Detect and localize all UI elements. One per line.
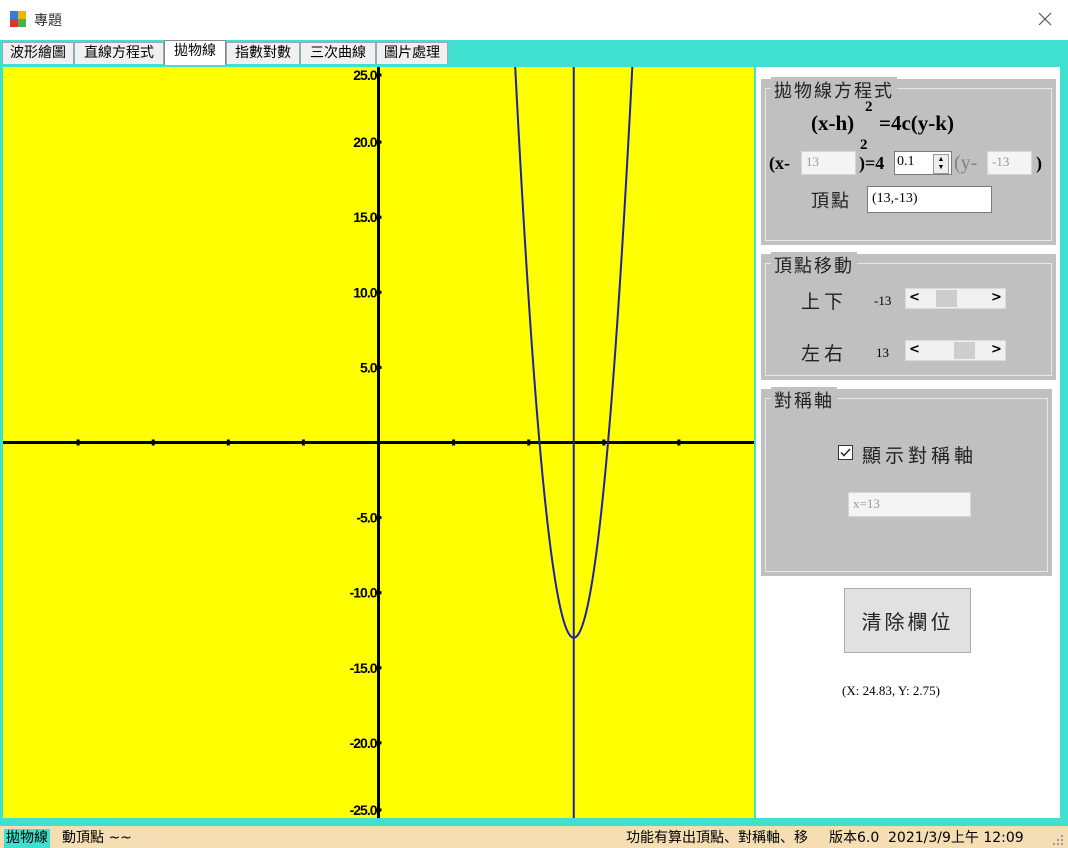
y-tick-label: -25.0 [350,802,378,818]
tab-cubic[interactable]: 三次曲線 [300,42,376,64]
y-tick-label: -15.0 [350,660,378,676]
row-exponent: 2 [860,137,868,153]
row-close: ) [1036,153,1042,173]
k-input[interactable]: -13 [987,151,1032,175]
y-tick-label: 10.0 [353,284,377,300]
close-icon [1038,12,1052,26]
show-axis-label: 顯示對稱軸 [862,445,978,467]
y-tick-label: 5.0 [360,359,378,375]
axis-equation-field[interactable]: x=13 [848,492,971,517]
status-mode: 拋物線 [4,829,50,848]
updown-scrollbar[interactable]: < > [905,288,1006,309]
y-tick-label: 20.0 [353,134,377,150]
c-value: 0.1 [897,154,915,169]
stepper-buttons[interactable]: ▲ ▼ [933,154,949,174]
updown-label: 上下 [801,291,848,313]
control-panel: 拋物線方程式 (x-h) 2 =4c(y-k) (x- 13 2 )=4 0.1… [756,67,1060,818]
status-feature: 功能有算出頂點、對稱軸、移 [626,830,808,846]
vertex-move-title: 頂點移動 [771,252,857,278]
checkbox-checked-icon[interactable] [838,445,853,460]
formula-exponent: 2 [865,99,873,115]
vertex-label: 頂點 [811,191,851,212]
status-version: 版本6.0 [829,830,880,846]
window-title: 專題 [34,13,62,29]
graph-area[interactable]: 25.0 20.0 15.0 10.0 5.0 -5.0 -10.0 -15.0 -20.0 -2… [3,67,754,818]
resize-grip-icon[interactable] [1051,833,1065,847]
formula-lhs: (x-h) [811,111,855,135]
scroll-left-icon[interactable]: < [906,341,923,360]
app-icon [10,11,26,27]
tab-line-equation[interactable]: 直線方程式 [74,42,164,64]
c-stepper[interactable]: 0.1 ▲ ▼ [894,151,952,175]
y-tick-label: 15.0 [353,209,377,225]
equation-group: 拋物線方程式 (x-h) 2 =4c(y-k) (x- 13 2 )=4 0.1… [761,77,1056,245]
tab-waveform[interactable]: 波形繪圖 [2,42,74,64]
close-button[interactable] [1022,0,1068,38]
y-tick-label: -5.0 [356,510,377,526]
updown-scroll-thumb[interactable] [936,290,957,307]
tab-exp-log[interactable]: 指數對數 [226,42,300,64]
symmetry-group: 對稱軸 顯示對稱軸 x=13 [761,387,1052,576]
scroll-right-icon[interactable]: > [988,289,1005,308]
clear-fields-button[interactable]: 清除欄位 [844,588,971,653]
leftright-label: 左右 [801,343,848,365]
leftright-scrollbar[interactable]: < > [905,340,1006,361]
row-y-open: (y- [954,152,978,174]
vertex-textbox[interactable]: (13,-13) [867,186,992,213]
title-bar: 專題 [0,0,1068,41]
status-datetime: 2021/3/9上午 12:09 [888,830,1024,846]
scroll-right-icon[interactable]: > [988,341,1005,360]
h-input[interactable]: 13 [801,151,856,175]
tab-strip: 波形繪圖 直線方程式 拋物線 指數對數 三次曲線 圖片處理 [0,40,1068,65]
row-mid: )=4 [859,153,885,173]
graph-canvas[interactable]: 25.0 20.0 15.0 10.0 5.0 -5.0 -10.0 -15.0 -20.0 -2… [3,67,754,818]
y-tick-label: 25.0 [353,67,377,83]
tab-image[interactable]: 圖片處理 [376,42,448,64]
tab-parabola[interactable]: 拋物線 [164,40,226,65]
equation-group-title: 拋物線方程式 [771,77,897,103]
status-bar: 拋物線 動頂點 ~~ 功能有算出頂點、對稱軸、移 版本6.0 2021/3/9上… [0,822,1068,848]
row-x-open: (x- [769,153,790,173]
mouse-coordinates: (X: 24.83, Y: 2.75) [842,683,940,698]
updown-value: -13 [874,293,892,308]
symmetry-title: 對稱軸 [771,387,837,413]
scroll-left-icon[interactable]: < [906,289,923,308]
vertex-move-group: 頂點移動 上下 -13 < > 左右 13 < > [761,252,1056,380]
leftright-value: 13 [876,345,889,360]
leftright-scroll-thumb[interactable] [954,342,975,359]
formula-rhs: =4c(y-k) [879,111,954,135]
y-tick-label: -20.0 [350,735,378,751]
y-tick-label: -10.0 [350,585,378,601]
status-hint: 動頂點 ~~ [62,830,132,846]
